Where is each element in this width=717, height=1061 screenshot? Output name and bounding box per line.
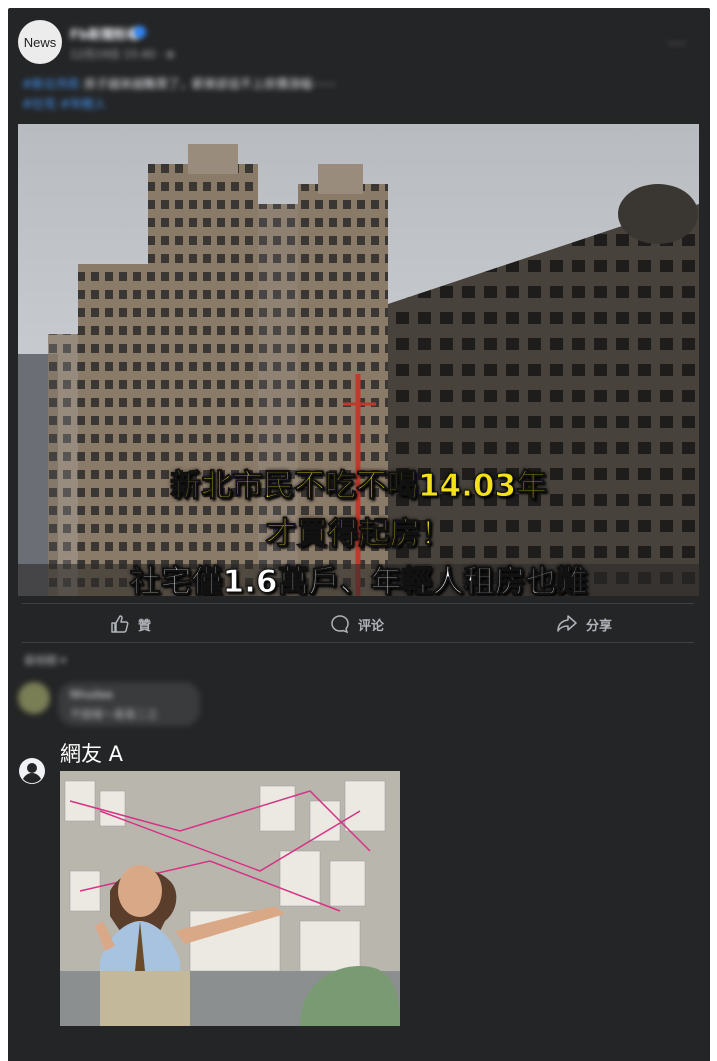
like-button[interactable]: 贊 xyxy=(110,612,151,636)
speech-bubble-icon xyxy=(331,615,349,634)
headline-line-2: 才買得起房！ xyxy=(265,516,452,553)
comment-sort-dropdown[interactable]: 最相關 ▾ xyxy=(24,652,66,668)
divider-bottom xyxy=(22,642,694,643)
like-label: 贊 xyxy=(138,618,152,634)
headline-line-3: 社宅僅1.6萬戶、年輕人租房也難 xyxy=(129,564,588,597)
thumbs-up-icon xyxy=(111,615,129,633)
commenter-name[interactable]: Nhudaa xyxy=(70,688,113,701)
headline-line-1: 新北市民不吃不喝14.03年 xyxy=(169,468,548,505)
verified-badge-icon xyxy=(134,26,146,38)
user-silhouette-icon xyxy=(19,758,45,784)
page-name[interactable]: Fb新聞粉專 xyxy=(70,24,140,43)
comment-label: 评论 xyxy=(358,618,385,634)
caption-hashtag[interactable]: #新北市民 xyxy=(22,77,80,91)
commenter-avatar[interactable] xyxy=(18,682,50,714)
caption-text: 房子越來越難買了，薪資卻追不上房價漲幅⋯⋯ xyxy=(83,77,336,91)
comment-button[interactable]: 评论 xyxy=(330,612,384,636)
caption-link[interactable]: #社宅 #年輕人 xyxy=(22,97,106,111)
avatar-label: News xyxy=(23,34,57,50)
reply-user-name[interactable]: 網友 A xyxy=(60,738,123,768)
divider-top xyxy=(22,603,694,604)
post-image[interactable]: 新北市民不吃不喝14.03年 才買得起房！ 社宅僅1.6萬戶、年輕人租房也難 xyxy=(18,124,699,596)
reply-meme-image[interactable] xyxy=(60,771,400,1026)
share-label: 分享 xyxy=(586,618,613,634)
share-arrow-icon xyxy=(557,615,577,632)
comment-text: 不錯喔～看看二之 xyxy=(70,708,158,721)
share-button[interactable]: 分享 xyxy=(556,612,612,636)
more-options-icon[interactable]: ··· xyxy=(668,34,686,53)
post-timestamp[interactable]: 12月19日 15:40 · ⊕ xyxy=(70,46,175,62)
page-avatar[interactable]: News xyxy=(18,20,62,64)
comment-bubble: Nhudaa 不錯喔～看看二之 xyxy=(58,682,200,726)
post-caption: #新北市民 房子越來越難買了，薪資卻追不上房價漲幅⋯⋯ #社宅 #年輕人 xyxy=(22,74,682,114)
conspiracy-board-photo xyxy=(60,771,400,1026)
